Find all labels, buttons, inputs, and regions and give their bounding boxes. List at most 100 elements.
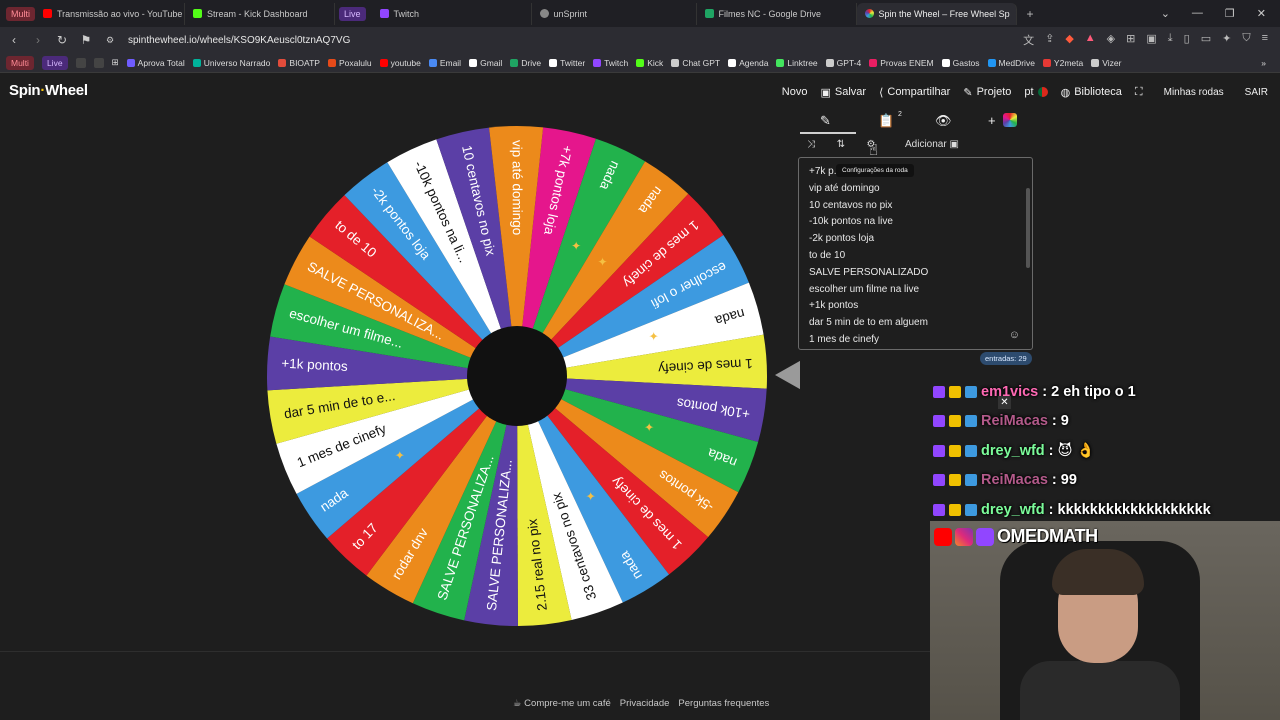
back-icon[interactable]: ‹	[4, 33, 24, 47]
more-bookmarks-icon[interactable]: »	[1261, 58, 1280, 68]
bookmark-folder-icon[interactable]	[75, 57, 86, 68]
language-selector[interactable]: pt	[1024, 86, 1048, 98]
bookmark-icon[interactable]: ⚑	[76, 33, 96, 47]
entry-line[interactable]: vip até domingo	[809, 181, 1022, 198]
bookmark-item[interactable]: youtube	[379, 58, 421, 68]
close-tab-icon[interactable]: ✕	[1015, 8, 1016, 19]
share-button[interactable]: ⟨ Compartilhar	[879, 86, 950, 99]
bookmark-item[interactable]: Poxalulu	[327, 58, 372, 68]
bookmark-item[interactable]: Provas ENEM	[869, 58, 934, 68]
shuffle-icon[interactable]: ⤨	[800, 139, 822, 150]
forward-icon[interactable]: ›	[28, 33, 48, 47]
extension-icon[interactable]: ◈	[1107, 32, 1115, 48]
youtube-icon	[934, 527, 952, 546]
bookmark-item[interactable]: BIOATP	[278, 58, 320, 68]
spin-wheel-logo[interactable]: Spin·Wheel	[9, 82, 88, 99]
vpn-icon[interactable]: ⛉	[1242, 32, 1250, 48]
bookmark-item[interactable]: Linktree	[776, 58, 818, 68]
save-button[interactable]: ▣ Salvar	[820, 86, 866, 99]
bookmark-item[interactable]: Kick	[636, 58, 663, 68]
minimize-icon[interactable]: —	[1192, 7, 1203, 20]
spin-wheel[interactable]: +7k pontos loja nada✦nada✦ 1 mes de cinefy…	[250, 110, 800, 640]
entries-textarea[interactable]: +7k p... vip até domingo 10 centavos no pi…	[798, 157, 1033, 350]
rewards-icon[interactable]: ▲	[1085, 32, 1096, 48]
extension-icon-3[interactable]: ▣	[1146, 32, 1156, 48]
share-icon[interactable]: ⇪	[1045, 32, 1054, 48]
my-wheels-button[interactable]: Minhas rodas	[1164, 87, 1224, 98]
bookmark-item[interactable]: Twitch	[593, 58, 628, 68]
bookmark-chip-live[interactable]: Live	[41, 55, 68, 70]
sidebar-icon[interactable]: ▯	[1184, 32, 1190, 48]
bookmark-item[interactable]: Gastos	[941, 58, 980, 68]
reload-icon[interactable]: ↻	[52, 33, 72, 47]
bookmark-item[interactable]: GPT-4	[825, 58, 861, 68]
apps-grid-icon[interactable]: ⊞	[112, 57, 119, 68]
bookmark-chip-multi[interactable]: Multi	[6, 55, 34, 70]
clipboard-icon[interactable]: 📋	[878, 113, 894, 129]
new-button[interactable]: Novo	[782, 86, 808, 98]
entry-line[interactable]: to de 10	[809, 248, 1022, 265]
bookmark-item[interactable]: Drive	[510, 58, 541, 68]
bookmark-item[interactable]: Y2meta	[1042, 58, 1083, 68]
library-button[interactable]: ◍ Biblioteca	[1061, 86, 1122, 99]
faq-link[interactable]: Perguntas frequentes	[678, 698, 769, 709]
bookmark-item[interactable]: Twitter	[549, 58, 585, 68]
bookmark-item[interactable]: Gmail	[469, 58, 502, 68]
sort-icon[interactable]: ⇅	[830, 139, 852, 150]
buy-me-coffee-link[interactable]: ☕ Compre-me um café	[513, 698, 611, 709]
entry-line[interactable]: escolher um filme na live	[809, 282, 1022, 299]
chevron-down-icon[interactable]: ⌄	[1161, 7, 1170, 20]
bookmark-item[interactable]: Chat GPT	[671, 58, 720, 68]
logout-button[interactable]: SAIR	[1245, 87, 1268, 98]
profile-chip[interactable]: Multi	[6, 6, 36, 21]
menu-icon[interactable]: ≡	[1262, 32, 1268, 48]
translate-icon[interactable]: 文	[1023, 32, 1034, 48]
tab-youtube-studio[interactable]: Transmissão ao vivo - YouTube Studio	[35, 2, 186, 25]
entries-scrollbar[interactable]	[1026, 188, 1030, 268]
entry-line[interactable]: 10 centavos no pix	[809, 198, 1022, 215]
wheel-center-hub[interactable]	[467, 326, 567, 426]
bookmark-folder-icon-2[interactable]	[93, 57, 104, 68]
site-settings-icon[interactable]: ⚙	[100, 35, 120, 46]
pencil-icon[interactable]: ✎	[820, 113, 831, 129]
brave-shield-icon[interactable]: ◆	[1065, 32, 1073, 48]
download-icon[interactable]: ⤓	[1168, 32, 1173, 48]
project-button[interactable]: ✎ Projeto	[963, 86, 1011, 99]
entry-line[interactable]: -2k pontos loja	[809, 231, 1022, 248]
bookmark-item[interactable]: MedDrive	[987, 58, 1035, 68]
bookmark-item[interactable]: Agenda	[728, 58, 768, 68]
entry-line[interactable]: 1 mes de cinefy	[809, 332, 1022, 349]
extension-icon-2[interactable]: ⊞	[1126, 32, 1135, 48]
entry-line[interactable]: +1k pontos	[809, 298, 1022, 315]
bookmark-favicon-icon	[869, 58, 878, 67]
add-image-button[interactable]: Adicionar ▣	[900, 137, 964, 152]
tab-kick-dashboard[interactable]: Stream - Kick Dashboard	[185, 2, 336, 25]
tab-spin-the-wheel[interactable]: Spin the Wheel – Free Wheel Sp ✕	[856, 2, 1017, 25]
tab-twitch[interactable]: Twitch	[372, 2, 532, 25]
tab-live-chip[interactable]: Live	[339, 6, 366, 21]
bookmark-item[interactable]: Vizer	[1091, 58, 1121, 68]
add-icon[interactable]: +	[988, 113, 996, 128]
emoji-icon[interactable]: ☺	[1009, 329, 1020, 341]
bookmarks-bar: Multi Live ⊞ Aprova Total Universo Narrad…	[0, 53, 1280, 73]
close-icon[interactable]: ✕	[998, 396, 1011, 409]
wallet-icon[interactable]: ▭	[1201, 32, 1211, 48]
tab-unsprint[interactable]: unSprint	[532, 2, 697, 25]
close-window-icon[interactable]: ✕	[1257, 7, 1266, 20]
entry-line[interactable]: nada	[809, 349, 1022, 350]
privacy-link[interactable]: Privacidade	[620, 698, 670, 709]
entry-line[interactable]: -10k pontos na live	[809, 214, 1022, 231]
url-field[interactable]: spinthewheel.io/wheels/KSO9KAeuscl0tznAQ…	[128, 35, 350, 46]
entry-line[interactable]: SALVE PERSONALIZADO	[809, 265, 1022, 282]
fullscreen-icon[interactable]: ⛶	[1135, 86, 1143, 99]
bookmark-item[interactable]: Universo Narrado	[192, 58, 270, 68]
leo-icon[interactable]: ✦	[1222, 32, 1231, 48]
bookmark-item[interactable]: Aprova Total	[126, 58, 185, 68]
color-palette-icon[interactable]	[1003, 113, 1017, 130]
bookmark-item[interactable]: Email	[428, 58, 461, 68]
maximize-icon[interactable]: ❐	[1225, 7, 1235, 20]
tab-google-drive[interactable]: Filmes NC - Google Drive	[697, 2, 857, 25]
entry-line[interactable]: dar 5 min de to em alguem	[809, 315, 1022, 332]
new-tab-icon[interactable]: +	[1027, 7, 1034, 21]
eye-off-icon[interactable]: 👁	[935, 113, 952, 129]
